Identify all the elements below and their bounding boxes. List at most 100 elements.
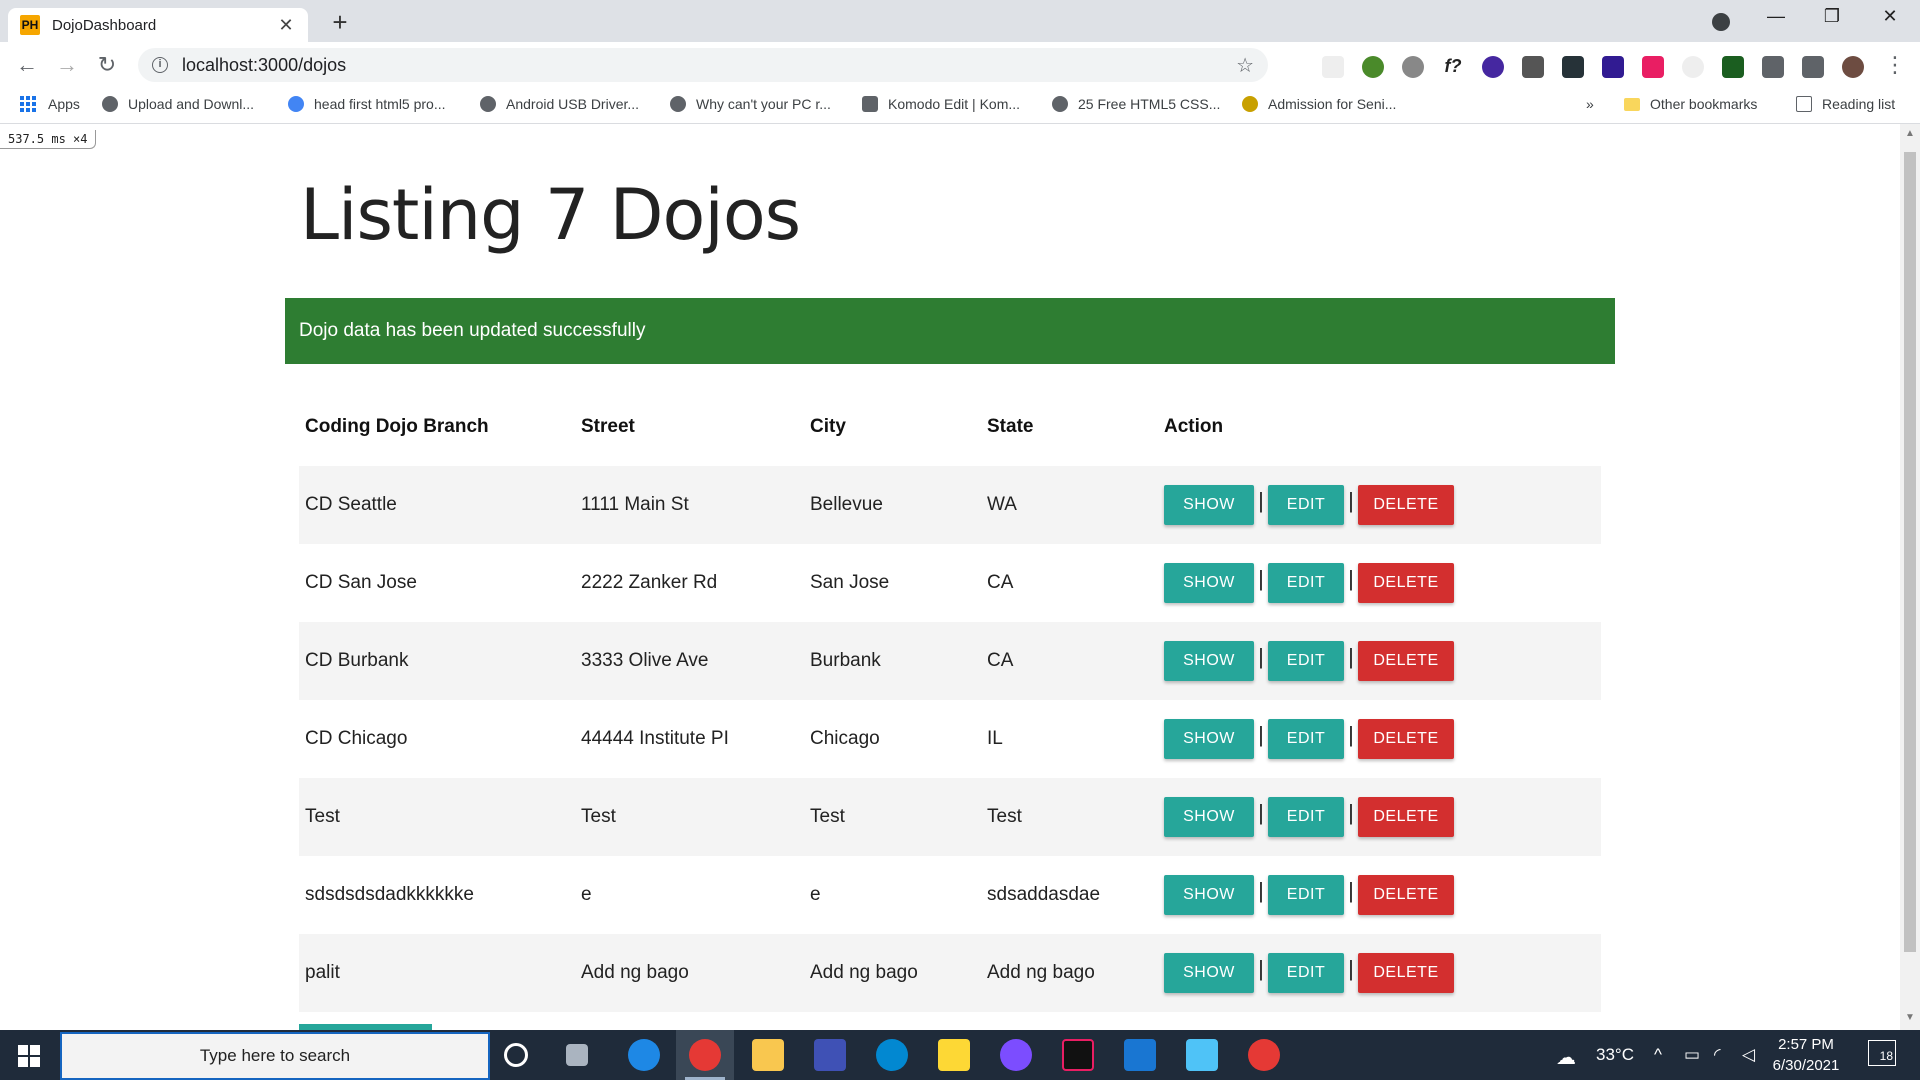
- edit-button[interactable]: EDIT: [1268, 563, 1344, 603]
- discord-icon[interactable]: [1000, 1039, 1032, 1071]
- back-icon[interactable]: ←: [12, 50, 42, 80]
- vscode-icon[interactable]: [1124, 1039, 1156, 1071]
- cell-state: CA: [987, 572, 1014, 593]
- weather-temp[interactable]: 33°C: [1596, 1045, 1634, 1065]
- edit-button[interactable]: EDIT: [1268, 875, 1344, 915]
- bookmark-star-icon[interactable]: ☆: [1236, 53, 1254, 78]
- extensions-puzzle-icon[interactable]: [1762, 56, 1784, 78]
- cell-street: Add ng bago: [581, 962, 689, 983]
- extension-gear-icon[interactable]: [1402, 56, 1424, 78]
- edit-button[interactable]: EDIT: [1268, 953, 1344, 993]
- cell-city: Bellevue: [810, 494, 883, 515]
- edit-button[interactable]: EDIT: [1268, 797, 1344, 837]
- edit-button[interactable]: EDIT: [1268, 641, 1344, 681]
- delete-button[interactable]: DELETE: [1358, 875, 1454, 915]
- windows-taskbar: Type here to search ☁ 33°C ^ ▭ ◜ ◁ 2:57 …: [0, 1030, 1920, 1080]
- show-button[interactable]: SHOW: [1164, 719, 1254, 759]
- bookmark-item[interactable]: 25 Free HTML5 CSS...: [1052, 96, 1220, 112]
- cortana-icon[interactable]: [504, 1043, 528, 1067]
- table-row: CD Seattle 1111 Main St Bellevue WA SHOW | EDI…: [299, 466, 1601, 544]
- extension-eyedropper-icon[interactable]: [1522, 56, 1544, 78]
- show-button[interactable]: SHOW: [1164, 485, 1254, 525]
- bookmark-item[interactable]: Komodo Edit | Kom...: [862, 96, 1020, 112]
- delete-button[interactable]: DELETE: [1358, 485, 1454, 525]
- menu-kebab-icon[interactable]: ⋮: [1880, 50, 1910, 80]
- cell-street: e: [581, 884, 592, 905]
- volume-icon[interactable]: ◁: [1742, 1045, 1755, 1065]
- reload-icon[interactable]: ↻: [92, 50, 122, 80]
- forward-icon[interactable]: →: [52, 50, 82, 80]
- address-bar[interactable]: i localhost:3000/dojos ☆: [138, 48, 1268, 82]
- cell-state: IL: [987, 728, 1003, 749]
- terminal-icon[interactable]: [1062, 1039, 1094, 1071]
- delete-button[interactable]: DELETE: [1358, 563, 1454, 603]
- extension-download-icon[interactable]: [1482, 56, 1504, 78]
- profile-avatar[interactable]: [1842, 56, 1864, 78]
- extension-font-icon[interactable]: f?: [1442, 56, 1464, 78]
- delete-button[interactable]: DELETE: [1358, 641, 1454, 681]
- show-button[interactable]: SHOW: [1164, 563, 1254, 603]
- scroll-up-icon[interactable]: ▲: [1900, 128, 1920, 139]
- show-button[interactable]: SHOW: [1164, 641, 1254, 681]
- bookmark-item[interactable]: Why can't your PC r...: [670, 96, 831, 112]
- sticky-notes-icon[interactable]: [938, 1039, 970, 1071]
- wifi-icon[interactable]: ◜: [1714, 1045, 1721, 1065]
- apps-grid-icon: [20, 96, 36, 112]
- reading-list[interactable]: Reading list: [1796, 96, 1895, 112]
- action-separator: |: [1258, 800, 1264, 825]
- photos-icon[interactable]: [1186, 1039, 1218, 1071]
- cell-branch: palit: [305, 962, 340, 983]
- edit-button[interactable]: EDIT: [1268, 485, 1344, 525]
- battery-icon[interactable]: ▭: [1684, 1045, 1700, 1065]
- extension-cap-icon[interactable]: [1602, 56, 1624, 78]
- taskbar-search-box[interactable]: Type here to search: [60, 1032, 490, 1080]
- cell-actions: SHOW | EDIT | DELETE: [1158, 622, 1601, 700]
- skype-icon[interactable]: [876, 1039, 908, 1071]
- tab-close-icon[interactable]: ✕: [276, 15, 296, 36]
- scroll-down-icon[interactable]: ▼: [1900, 1012, 1920, 1023]
- bookmark-item[interactable]: Android USB Driver...: [480, 96, 639, 112]
- close-window-icon[interactable]: ✕: [1870, 6, 1910, 27]
- new-tab-button[interactable]: +: [325, 8, 355, 36]
- store-icon[interactable]: [814, 1039, 846, 1071]
- chrome-icon[interactable]: [1248, 1039, 1280, 1071]
- extension-icon[interactable]: [1322, 56, 1344, 78]
- cell-city: Burbank: [810, 650, 881, 671]
- file-explorer-icon[interactable]: [752, 1039, 784, 1071]
- bookmark-item[interactable]: Upload and Downl...: [102, 96, 254, 112]
- page-scrollbar[interactable]: ▲ ▼: [1900, 124, 1920, 1030]
- tab-search-icon[interactable]: [1712, 13, 1730, 31]
- bookmark-item[interactable]: head first html5 pro...: [288, 96, 446, 112]
- other-bookmarks[interactable]: Other bookmarks: [1624, 96, 1757, 112]
- extension-code-icon[interactable]: [1722, 56, 1744, 78]
- notification-icon[interactable]: 18: [1868, 1040, 1896, 1066]
- bookmarks-overflow-button[interactable]: »: [1586, 96, 1594, 112]
- delete-button[interactable]: DELETE: [1358, 719, 1454, 759]
- weather-icon[interactable]: ☁: [1556, 1045, 1576, 1070]
- delete-button[interactable]: DELETE: [1358, 797, 1454, 837]
- show-button[interactable]: SHOW: [1164, 875, 1254, 915]
- restore-icon[interactable]: ❐: [1812, 6, 1852, 27]
- extension-badge-icon[interactable]: [1642, 56, 1664, 78]
- bookmark-item[interactable]: Admission for Seni...: [1242, 96, 1396, 112]
- extension-grid-icon[interactable]: [1562, 56, 1584, 78]
- site-info-icon[interactable]: i: [152, 57, 168, 73]
- show-button[interactable]: SHOW: [1164, 797, 1254, 837]
- bookmark-apps[interactable]: Apps: [20, 96, 80, 112]
- scrollbar-thumb[interactable]: [1904, 152, 1916, 952]
- delete-button[interactable]: DELETE: [1358, 953, 1454, 993]
- chrome-icon[interactable]: [689, 1039, 721, 1071]
- edge-icon[interactable]: [628, 1039, 660, 1071]
- browser-tab[interactable]: PH DojoDashboard ✕: [8, 8, 308, 42]
- tray-chevron-icon[interactable]: ^: [1654, 1045, 1662, 1065]
- edit-button[interactable]: EDIT: [1268, 719, 1344, 759]
- extension-circle-icon[interactable]: [1682, 56, 1704, 78]
- cell-street: Test: [581, 806, 616, 827]
- minimize-icon[interactable]: —: [1756, 6, 1796, 27]
- media-control-icon[interactable]: [1802, 56, 1824, 78]
- show-button[interactable]: SHOW: [1164, 953, 1254, 993]
- windows-start-icon[interactable]: [18, 1045, 40, 1067]
- taskbar-clock[interactable]: 2:57 PM 6/30/2021: [1758, 1034, 1854, 1076]
- task-view-icon[interactable]: [566, 1044, 588, 1066]
- extension-globe-icon[interactable]: [1362, 56, 1384, 78]
